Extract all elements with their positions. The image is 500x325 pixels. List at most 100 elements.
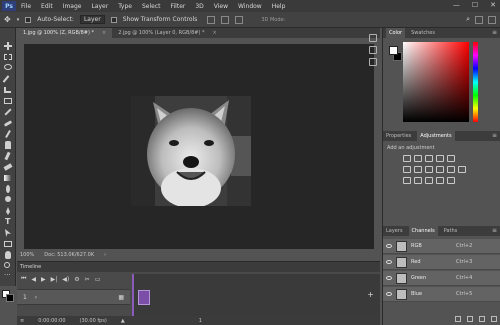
exposure-icon[interactable] [436, 155, 444, 162]
menu-filter[interactable]: Filter [166, 3, 191, 10]
gradient-tool-icon[interactable] [3, 174, 13, 182]
minimize-button[interactable]: — [453, 1, 460, 9]
next-frame-icon[interactable]: ▶| [51, 276, 58, 283]
panel-menu-icon[interactable]: ≡ [492, 29, 497, 36]
film-icon[interactable]: ▦ [118, 290, 124, 305]
eye-icon[interactable] [386, 276, 392, 280]
tab-color[interactable]: Color [386, 28, 406, 38]
save-selection-icon[interactable] [467, 316, 473, 322]
pen-tool-icon[interactable] [3, 207, 13, 215]
menu-select[interactable]: Select [137, 3, 166, 10]
frame-thumbnail[interactable] [138, 290, 150, 305]
tab-paths[interactable]: Paths [444, 228, 458, 234]
gear-icon[interactable]: ⚙ [74, 276, 79, 283]
tab-channels[interactable]: Channels [408, 226, 438, 236]
tab-document-1[interactable]: 1.jpg @ 100% (Z, RGB/8#) * × [17, 28, 113, 38]
menu-image[interactable]: Image [58, 3, 87, 10]
close-icon[interactable]: × [213, 30, 217, 36]
canvas-area[interactable] [24, 44, 374, 249]
brightness-contrast-icon[interactable] [403, 155, 411, 162]
load-selection-icon[interactable] [455, 316, 461, 322]
quick-selection-tool-icon[interactable] [2, 75, 13, 83]
auto-select-checkbox[interactable] [25, 16, 32, 23]
vibrance-icon[interactable] [447, 155, 455, 162]
align-top-icon[interactable] [207, 15, 216, 24]
levels-icon[interactable] [414, 155, 422, 162]
menu-window[interactable]: Window [233, 3, 267, 10]
menu-3d[interactable]: 3D [190, 3, 208, 10]
panel-menu-icon[interactable]: ≡ [492, 132, 497, 139]
channel-row-blue[interactable]: Blue Ctrl+5 [383, 287, 500, 302]
foreground-color-chip[interactable] [389, 46, 398, 55]
zoom-slider-icon[interactable]: ▲ [121, 318, 125, 324]
timeline-frames-area[interactable]: + [132, 274, 380, 316]
invert-icon[interactable] [403, 177, 411, 184]
transition-icon[interactable]: ▭ [95, 276, 101, 283]
convert-icon[interactable]: ≡ [20, 318, 24, 324]
hand-tool-icon[interactable] [3, 251, 13, 259]
marquee-tool-icon[interactable] [3, 53, 13, 61]
eyedropper-tool-icon[interactable] [3, 108, 13, 116]
first-frame-icon[interactable]: ⏮ [21, 275, 26, 283]
background-color-swatch[interactable] [6, 294, 14, 302]
hue-saturation-icon[interactable] [403, 166, 411, 173]
align-bottom-icon[interactable] [235, 15, 244, 24]
share-icon[interactable] [488, 15, 496, 24]
maximize-button[interactable]: ☐ [472, 1, 478, 9]
color-picker-field[interactable] [403, 42, 469, 122]
zoom-tool-icon[interactable] [3, 262, 13, 270]
transform-controls-checkbox[interactable] [110, 16, 117, 23]
menu-layer[interactable]: Layer [86, 3, 113, 10]
dodge-tool-icon[interactable] [3, 196, 13, 204]
history-icon[interactable] [369, 34, 377, 42]
menu-view[interactable]: View [209, 3, 233, 10]
threshold-icon[interactable] [425, 177, 433, 184]
channel-mixer-icon[interactable] [447, 166, 455, 173]
photo-filter-icon[interactable] [436, 166, 444, 173]
menu-help[interactable]: Help [267, 3, 291, 10]
hue-slider[interactable] [473, 42, 478, 122]
color-lookup-icon[interactable] [458, 166, 466, 173]
channel-row-red[interactable]: Red Ctrl+3 [383, 255, 500, 270]
dog-photo[interactable] [131, 96, 251, 206]
workspace-icon[interactable] [475, 15, 483, 24]
move-tool-icon[interactable]: ✥ [4, 15, 11, 24]
tab-adjustments[interactable]: Adjustments [417, 131, 455, 141]
path-selection-tool-icon[interactable] [3, 229, 13, 237]
scissors-icon[interactable]: ✂ [85, 276, 90, 283]
menu-file[interactable]: File [16, 3, 36, 10]
panel-menu-icon[interactable]: ≡ [492, 227, 497, 234]
move-tool-icon[interactable] [3, 42, 13, 50]
lasso-tool-icon[interactable] [3, 64, 13, 72]
chevron-right-icon[interactable]: › [104, 252, 106, 258]
trash-icon[interactable] [491, 316, 497, 322]
posterize-icon[interactable] [414, 177, 422, 184]
color-balance-icon[interactable] [414, 166, 422, 173]
properties-icon[interactable] [369, 46, 377, 54]
channel-row-rgb[interactable]: RGB Ctrl+2 [383, 239, 500, 254]
play-icon[interactable]: ▶ [41, 276, 46, 283]
selective-color-icon[interactable] [447, 177, 455, 184]
tab-properties[interactable]: Properties [386, 133, 411, 139]
zoom-level[interactable]: 100% [20, 252, 34, 258]
prev-frame-icon[interactable]: ◀ [31, 276, 36, 283]
healing-brush-tool-icon[interactable] [3, 119, 13, 127]
tab-document-2[interactable]: 2.jpg @ 100% (Layer 0, RGB/8#) * × [112, 28, 223, 38]
frame-tool-icon[interactable] [3, 97, 13, 105]
blur-tool-icon[interactable] [3, 185, 13, 193]
channel-row-green[interactable]: Green Ctrl+4 [383, 271, 500, 286]
rectangle-tool-icon[interactable] [3, 240, 13, 248]
more-tools-icon[interactable]: ··· [3, 271, 13, 281]
chevron-right-icon[interactable]: › [35, 294, 37, 301]
close-icon[interactable]: × [102, 30, 106, 36]
curves-icon[interactable] [425, 155, 433, 162]
add-media-icon[interactable]: + [367, 290, 374, 299]
chevron-down-icon[interactable]: ▾ [17, 17, 20, 23]
close-button[interactable]: ✕ [490, 1, 496, 9]
history-brush-tool-icon[interactable] [3, 151, 13, 161]
audio-icon[interactable]: ◀) [62, 276, 69, 283]
crop-tool-icon[interactable] [3, 86, 13, 94]
new-channel-icon[interactable] [479, 316, 485, 322]
tab-swatches[interactable]: Swatches [411, 30, 435, 36]
auto-select-dropdown[interactable]: Layer [79, 15, 105, 24]
